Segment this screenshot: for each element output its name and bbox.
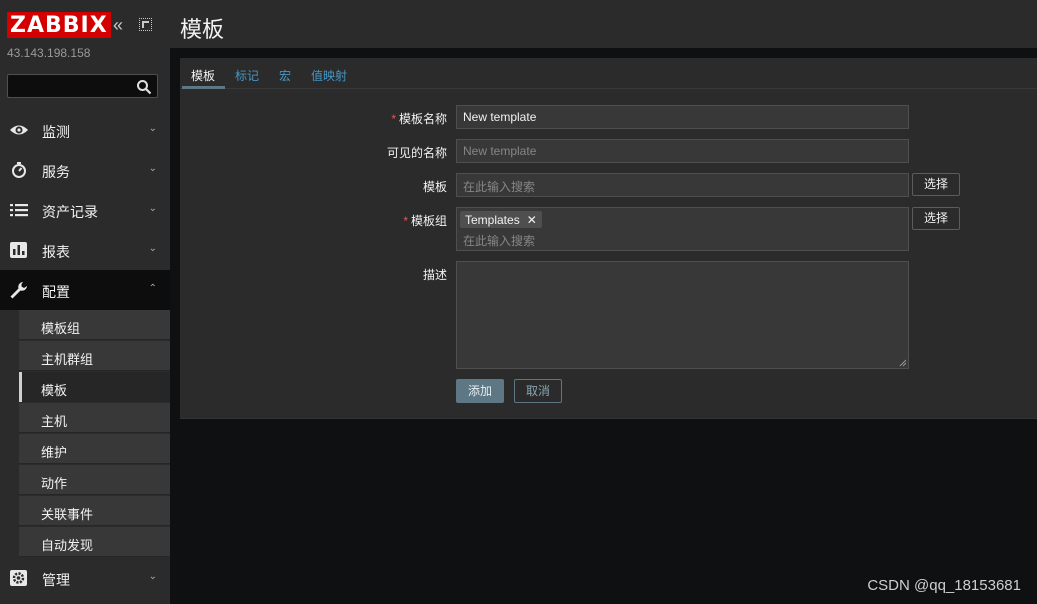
template-name-label-text: 模板名称 (398, 112, 447, 126)
group-chip-label: Templates (465, 212, 520, 227)
template-groups-label: * 模板组 (297, 212, 447, 229)
list-icon (10, 204, 28, 217)
submenu-label: 主机群组 (41, 352, 94, 367)
submenu-discovery[interactable]: 自动发现 (19, 527, 170, 557)
nav-configuration[interactable]: 配置 ⌃ (0, 270, 170, 310)
server-ip: 43.143.198.158 (7, 46, 91, 60)
chevron-down-icon: ⌄ (148, 163, 157, 174)
templates-multiselect-input[interactable]: 在此输入搜索 (456, 173, 909, 197)
chevron-right-icon: › (41, 472, 45, 486)
template-groups-multiselect[interactable]: Templates ✕ 在此输入搜索 (456, 207, 909, 251)
kiosk-mode-icon[interactable] (139, 18, 152, 31)
nav-monitoring-label: 监测 (42, 124, 70, 140)
nav-services-label: 服务 (42, 164, 70, 180)
template-groups-label-text: 模板组 (410, 214, 447, 228)
submenu-event-correlation[interactable]: 关联事件 (19, 496, 170, 526)
active-tab-indicator (182, 86, 225, 89)
nav-reports[interactable]: 报表 ⌄ (0, 230, 170, 270)
tab-template[interactable]: 模板 (191, 67, 215, 84)
form-tabs: 模板 标记 宏 值映射 (180, 58, 1037, 89)
stopwatch-icon (12, 162, 26, 178)
page-header: 模板 (170, 0, 1037, 48)
zabbix-logo[interactable]: ZABBIX (7, 12, 111, 38)
tab-macros[interactable]: 宏 (279, 67, 291, 84)
required-asterisk: * (391, 112, 396, 126)
submenu-label: 维护 (41, 445, 68, 460)
chevron-up-icon: ⌃ (148, 283, 157, 294)
templates-select-button[interactable]: 选择 (912, 173, 960, 196)
chevron-down-icon: ⌄ (148, 571, 157, 582)
nav-monitoring[interactable]: 监测 ⌄ (0, 110, 170, 150)
eye-icon (10, 125, 28, 135)
submenu-label: 自动发现 (41, 538, 94, 553)
template-name-label: * 模板名称 (297, 110, 447, 127)
bar-chart-icon (10, 242, 27, 258)
description-textarea[interactable] (456, 261, 909, 369)
nav-reports-label: 报表 (42, 244, 70, 260)
cancel-button[interactable]: 取消 (514, 379, 562, 403)
chevron-down-icon: ⌄ (148, 123, 157, 134)
groups-select-button[interactable]: 选择 (912, 207, 960, 230)
nav-services[interactable]: 服务 ⌄ (0, 150, 170, 190)
submenu-actions[interactable]: 动作 › (19, 465, 170, 495)
search-icon[interactable] (136, 79, 152, 95)
submenu-label: 模板 (41, 383, 68, 398)
submenu-template-groups[interactable]: 模板组 (19, 310, 170, 340)
sidebar: ZABBIX « 43.143.198.158 监测 ⌄ 服务 ⌄ 资产记录 ⌄… (0, 0, 170, 604)
group-chip: Templates ✕ (460, 211, 542, 228)
chevron-down-icon: ⌄ (148, 203, 157, 214)
submenu-templates[interactable]: 模板 (19, 372, 170, 402)
remove-chip-icon[interactable]: ✕ (527, 213, 537, 227)
add-button[interactable]: 添加 (456, 379, 504, 403)
nav-inventory-label: 资产记录 (42, 204, 98, 220)
page-title: 模板 (180, 17, 225, 42)
templates-label: 模板 (422, 180, 447, 194)
submenu-label: 主机 (41, 414, 68, 429)
sidebar-search-input[interactable] (8, 75, 128, 97)
tab-value-mapping[interactable]: 值映射 (311, 67, 347, 84)
template-form: 模板 标记 宏 值映射 * 模板名称 New template 可见的名称 New… (180, 58, 1037, 419)
nav-administration-label: 管理 (42, 572, 70, 588)
tab-tags[interactable]: 标记 (235, 67, 259, 84)
chevron-down-icon: ⌄ (148, 243, 157, 254)
description-label: 描述 (422, 268, 447, 282)
visible-name-label: 可见的名称 (386, 146, 447, 160)
nav-inventory[interactable]: 资产记录 ⌄ (0, 190, 170, 230)
submenu-host-groups[interactable]: 主机群组 (19, 341, 170, 371)
resize-handle-icon[interactable] (899, 359, 907, 367)
submenu-hosts[interactable]: 主机 (19, 403, 170, 433)
nav-administration[interactable]: 管理 ⌄ (0, 558, 170, 598)
submenu-label: 关联事件 (41, 507, 94, 522)
sidebar-search (7, 74, 158, 98)
collapse-sidebar-icon[interactable]: « (113, 16, 123, 34)
template-name-input[interactable]: New template (456, 105, 909, 129)
required-asterisk: * (403, 214, 408, 228)
submenu-maintenance[interactable]: 维护 (19, 434, 170, 464)
visible-name-input[interactable]: New template (456, 139, 909, 163)
gear-icon (10, 570, 27, 586)
watermark: CSDN @qq_18153681 (867, 577, 1021, 594)
wrench-icon (10, 282, 27, 299)
nav-configuration-label: 配置 (42, 284, 70, 300)
template-groups-search-input[interactable]: 在此输入搜索 (463, 232, 535, 249)
submenu-label: 模板组 (41, 321, 81, 336)
